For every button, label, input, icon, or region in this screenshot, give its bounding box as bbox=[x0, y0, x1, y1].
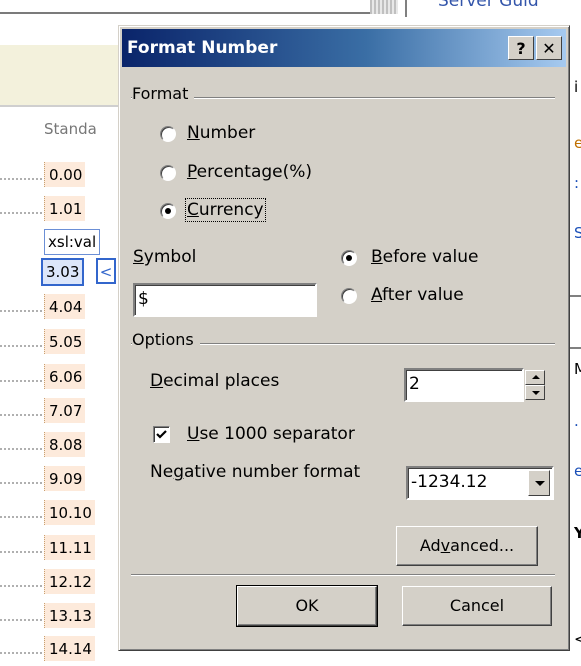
percentage-radio[interactable] bbox=[160, 165, 176, 181]
toolbar-divider bbox=[0, 12, 370, 14]
clipped-text: i bbox=[574, 78, 579, 96]
background-right-panel bbox=[570, 17, 581, 660]
close-button[interactable]: ✕ bbox=[536, 36, 562, 60]
table-row: 8.08 bbox=[0, 432, 130, 462]
table-cell[interactable]: 1.01 bbox=[44, 196, 86, 221]
table-cell[interactable]: 9.09 bbox=[44, 466, 86, 491]
table-cell[interactable]: 14.14 bbox=[44, 636, 95, 661]
table-row: 14.14 bbox=[0, 636, 130, 666]
symbol-label: Symbol bbox=[133, 247, 197, 267]
currency-option[interactable]: Currency bbox=[185, 198, 266, 222]
table-row: 5.05 bbox=[0, 329, 130, 359]
table-row: 4.04 bbox=[0, 294, 130, 324]
table-row: 1.01 bbox=[0, 196, 130, 226]
cancel-button[interactable]: Cancel bbox=[402, 586, 552, 626]
column-header: Standa bbox=[44, 120, 97, 138]
clipped-text: M bbox=[574, 360, 581, 378]
after-value-option[interactable]: After value bbox=[371, 285, 464, 305]
separator-checkbox[interactable] bbox=[153, 426, 170, 443]
symbol-input[interactable]: $ bbox=[133, 283, 317, 317]
clipped-text: < bbox=[574, 630, 581, 648]
table-cell[interactable]: 0.00 bbox=[44, 162, 86, 187]
server-guide-link[interactable]: Server Guid bbox=[438, 0, 539, 11]
panel-divider bbox=[570, 295, 581, 297]
xsl-value-tag[interactable]: xsl:val bbox=[44, 229, 101, 255]
table-row: 9.09 bbox=[0, 466, 130, 496]
after-value-radio[interactable] bbox=[341, 288, 357, 304]
spin-up-icon[interactable] bbox=[525, 370, 545, 385]
table-row: 11.11 bbox=[0, 535, 130, 565]
table-cell[interactable]: 6.06 bbox=[44, 364, 86, 389]
clipped-text: . bbox=[574, 412, 579, 430]
table-row: 13.13 bbox=[0, 603, 130, 633]
selected-cell-arrow[interactable]: < bbox=[96, 258, 116, 284]
separator-label[interactable]: Use 1000 separator bbox=[187, 424, 355, 444]
clipped-text: S bbox=[574, 224, 581, 242]
number-option[interactable]: Number bbox=[187, 123, 255, 143]
panel-divider bbox=[570, 347, 581, 349]
close-icon: ✕ bbox=[542, 39, 556, 58]
format-number-dialog: Format Number ? ✕ Format Number Percenta… bbox=[118, 25, 570, 651]
table-cell[interactable]: 13.13 bbox=[44, 603, 95, 628]
selected-cell[interactable]: 3.03 bbox=[41, 258, 85, 286]
help-button[interactable]: ? bbox=[508, 36, 534, 60]
before-value-option[interactable]: Before value bbox=[371, 247, 478, 267]
clipped-text: e bbox=[574, 462, 581, 480]
decimal-places-spinner bbox=[525, 370, 545, 400]
dialog-titlebar[interactable]: Format Number ? ✕ bbox=[122, 29, 566, 67]
currency-radio[interactable] bbox=[160, 203, 176, 219]
before-value-radio[interactable] bbox=[341, 250, 357, 266]
button-separator bbox=[131, 574, 555, 576]
table-row: 12.12 bbox=[0, 569, 130, 599]
clipped-text: Y bbox=[574, 524, 581, 542]
table-cell[interactable]: 11.11 bbox=[44, 535, 95, 560]
clipped-text: e bbox=[574, 134, 581, 152]
table-row: 6.06 bbox=[0, 364, 130, 394]
table-cell[interactable]: 7.07 bbox=[44, 398, 86, 423]
toolbar-grip[interactable] bbox=[370, 0, 398, 14]
table-cell[interactable]: 5.05 bbox=[44, 329, 86, 354]
format-group-line bbox=[131, 97, 555, 99]
table-cell[interactable]: 10.10 bbox=[44, 500, 95, 525]
ok-button[interactable]: OK bbox=[236, 585, 378, 627]
background-toolbar: Server Guid bbox=[0, 0, 581, 17]
checkmark-icon bbox=[156, 430, 167, 439]
percentage-option[interactable]: Percentage(%) bbox=[187, 162, 312, 182]
toolbar-separator bbox=[405, 0, 407, 17]
table-cell[interactable]: 12.12 bbox=[44, 569, 95, 594]
table-row: 7.07 bbox=[0, 398, 130, 428]
chevron-down-icon[interactable] bbox=[528, 470, 550, 496]
spin-down-icon[interactable] bbox=[525, 385, 545, 400]
table-cell[interactable]: 4.04 bbox=[44, 294, 86, 319]
format-group-label: Format bbox=[132, 84, 195, 103]
advanced-button[interactable]: Advanced... bbox=[396, 526, 538, 566]
decimal-places-input[interactable]: 2 bbox=[404, 368, 524, 402]
table-row: 0.00 bbox=[0, 162, 130, 192]
options-group-label: Options bbox=[132, 330, 200, 349]
number-radio[interactable] bbox=[160, 126, 176, 142]
table-row: 10.10 bbox=[0, 500, 130, 530]
dialog-title: Format Number bbox=[127, 38, 278, 58]
clipped-text: : bbox=[574, 174, 580, 192]
table-cell[interactable]: 8.08 bbox=[44, 432, 86, 457]
decimal-places-label: Decimal places bbox=[150, 371, 280, 391]
negative-format-label: Negative number format bbox=[150, 462, 361, 482]
help-icon: ? bbox=[516, 39, 526, 58]
